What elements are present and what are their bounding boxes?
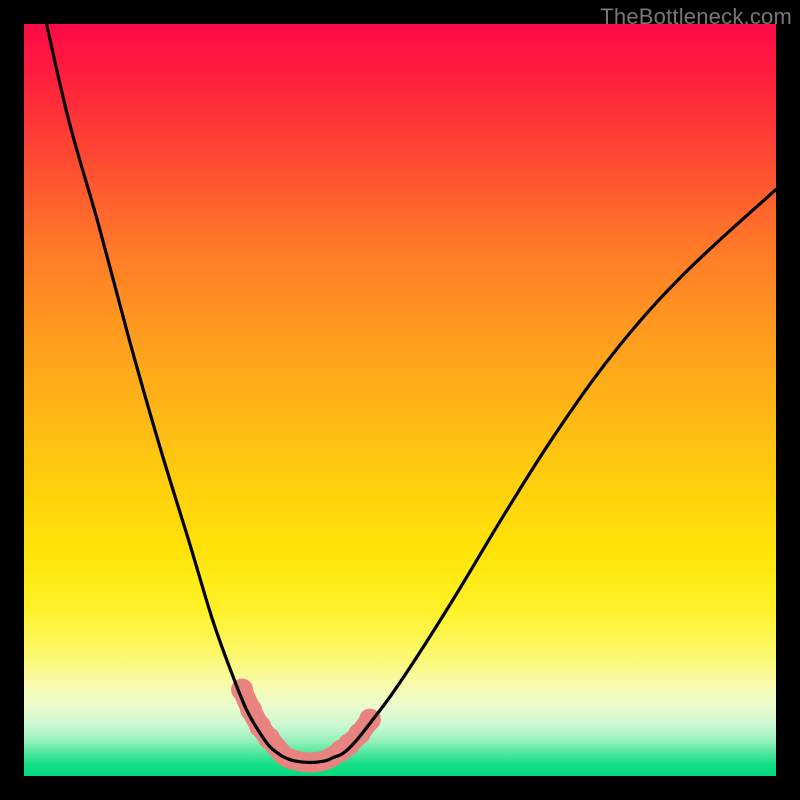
outer-frame: TheBottleneck.com bbox=[0, 0, 800, 800]
chart-paths bbox=[47, 24, 776, 762]
series-main-curve bbox=[47, 24, 776, 762]
curve-layer bbox=[24, 24, 776, 776]
plot-area bbox=[24, 24, 776, 776]
